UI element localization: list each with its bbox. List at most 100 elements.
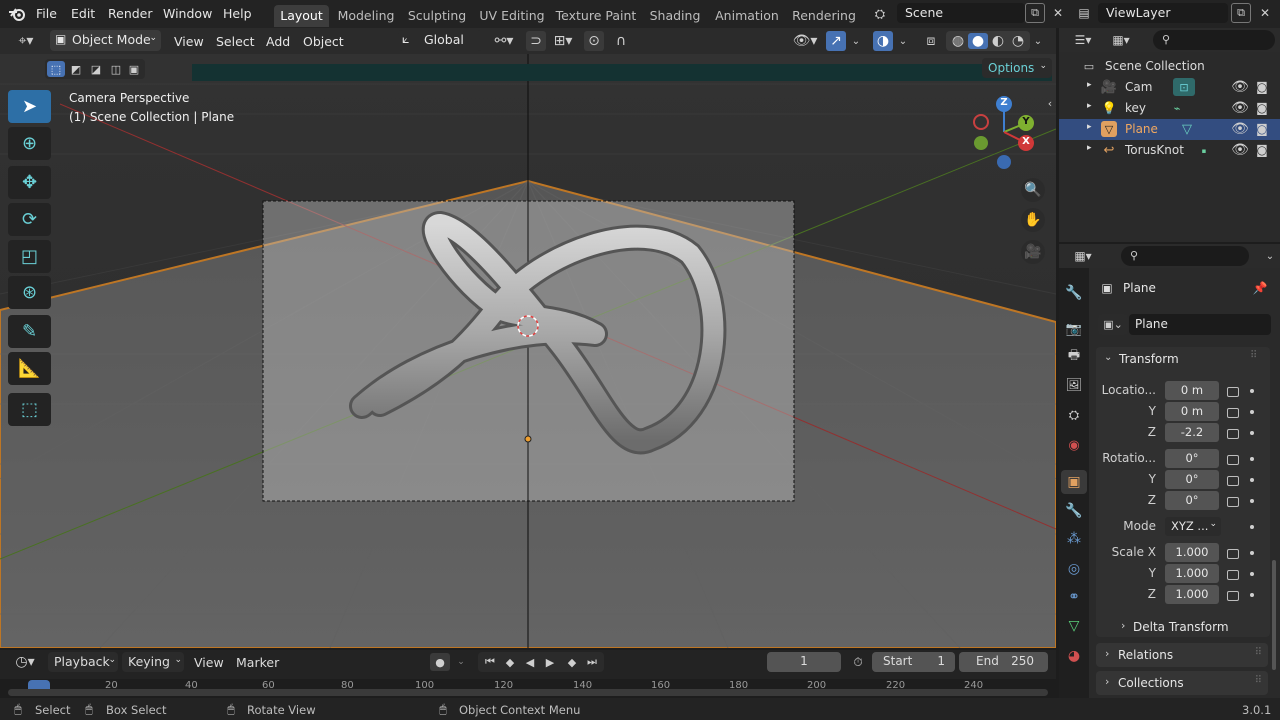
stopwatch-icon[interactable]: ⏱ <box>849 653 867 671</box>
frame-ruler[interactable]: 20 40 60 80 100 120 140 160 180 200 220 … <box>0 679 1056 698</box>
object-browse-button[interactable]: ▣⌄ <box>1098 314 1128 335</box>
gizmo-chevron-icon[interactable]: ⌄ <box>848 31 864 51</box>
tab-layout[interactable]: Layout <box>274 5 329 27</box>
outliner-item-key[interactable]: ▸ 💡 key ⌁ 👁 ◙ <box>1059 98 1280 119</box>
select-new-icon[interactable]: ⬚ <box>47 61 65 77</box>
tool-transform[interactable]: ⊛ <box>8 276 51 309</box>
properties-scrollbar[interactable] <box>1272 560 1276 670</box>
render-settings-icon[interactable]: 📷 <box>1063 318 1085 340</box>
location-x-field[interactable]: 0 m <box>1165 381 1219 400</box>
record-icon[interactable]: ● <box>430 653 450 671</box>
select-invert-icon[interactable]: ◫ <box>107 61 125 77</box>
constraints-icon[interactable]: ⚭ <box>1063 586 1085 608</box>
gizmo-toggle-icon[interactable]: ↗ <box>826 31 846 51</box>
snap-target-icon[interactable]: ⊞▾ <box>548 31 578 51</box>
lock-icon[interactable] <box>1227 455 1239 465</box>
chevron-down-icon[interactable]: ⌄ <box>1263 248 1277 264</box>
tab-texture-paint[interactable]: Texture Paint <box>555 5 637 27</box>
scene-selector-icon[interactable]: ⛭ <box>867 4 893 24</box>
new-scene-icon[interactable]: ⧉ <box>1025 3 1045 23</box>
pan-hand-icon[interactable]: ✋ <box>1021 208 1045 232</box>
rotation-z-field[interactable]: 0° <box>1165 491 1219 510</box>
lock-icon[interactable] <box>1227 591 1239 601</box>
menu-select[interactable]: Select <box>216 32 255 52</box>
properties-search[interactable]: ⚲ <box>1121 246 1249 266</box>
zoom-icon[interactable]: 🔍 <box>1021 178 1045 202</box>
menu-window[interactable]: Window <box>163 6 212 21</box>
rendered-shading-icon[interactable]: ◔ <box>1008 33 1028 49</box>
drag-handle-icon[interactable]: ⠿ <box>1250 350 1257 361</box>
rotation-x-field[interactable]: 0° <box>1165 449 1219 468</box>
record-options-icon[interactable]: ⌄ <box>452 653 470 671</box>
render-camera-icon[interactable]: ◙ <box>1254 100 1270 116</box>
eye-icon[interactable]: 👁 <box>1231 79 1249 95</box>
visibility-icon[interactable]: 👁▾ <box>789 31 821 51</box>
lock-icon[interactable] <box>1227 570 1239 580</box>
scale-x-field[interactable]: 1.000 <box>1165 543 1219 562</box>
collections-panel[interactable]: › Collections ⠿ <box>1096 671 1268 695</box>
gizmo-x-axis[interactable]: X <box>1018 135 1034 151</box>
gizmo-y-axis[interactable]: Y <box>1018 115 1034 131</box>
menu-edit[interactable]: Edit <box>71 6 95 21</box>
modifier-wrench-icon[interactable]: 🔧 <box>1063 500 1085 522</box>
pin-icon[interactable]: 📌 <box>1252 279 1268 297</box>
timeline-marker-menu[interactable]: Marker <box>236 655 279 670</box>
keying-menu[interactable]: Keying ⌄ <box>122 652 184 672</box>
object-properties-icon[interactable]: ▣ <box>1061 470 1087 494</box>
keyframe-dot-icon[interactable] <box>1250 478 1254 482</box>
menu-help[interactable]: Help <box>223 6 252 21</box>
pivot-point-icon[interactable]: ⚯▾ <box>488 31 520 51</box>
xray-icon[interactable]: ⧈ <box>920 31 942 51</box>
outliner-item-plane[interactable]: ▸ ▽ Plane ▽ 👁 ◙ <box>1059 119 1280 140</box>
lock-icon[interactable] <box>1227 497 1239 507</box>
timeline-view-menu[interactable]: View <box>194 655 224 670</box>
play-icon[interactable]: ▶ <box>540 653 560 671</box>
menu-view[interactable]: View <box>174 32 204 52</box>
shading-chevron-icon[interactable]: ⌄ <box>1030 31 1046 51</box>
view-layer-settings-icon[interactable]: 🖼 <box>1063 374 1085 396</box>
output-settings-icon[interactable]: 🖶 <box>1063 346 1085 368</box>
tab-animation[interactable]: Animation <box>713 5 781 27</box>
falloff-icon[interactable]: ∩ <box>606 31 636 51</box>
new-view-layer-icon[interactable]: ⧉ <box>1231 3 1251 23</box>
view-layer-field[interactable]: ViewLayer <box>1098 3 1228 23</box>
timeline-editor-type-icon[interactable]: ◷▾ <box>10 653 40 671</box>
scene-settings-icon[interactable]: ⛭ <box>1063 404 1085 426</box>
keyframe-dot-icon[interactable] <box>1250 551 1254 555</box>
playback-menu[interactable]: Playback ⌄ <box>48 652 118 672</box>
snap-icon[interactable]: ⊃ <box>526 31 546 51</box>
keyframe-dot-icon[interactable] <box>1250 457 1254 461</box>
render-camera-icon[interactable]: ◙ <box>1254 142 1270 158</box>
mode-dropdown[interactable]: Object Mode ▣ ⌄ <box>50 30 161 51</box>
eye-icon[interactable]: 👁 <box>1231 142 1249 158</box>
tool-scale[interactable]: ◰ <box>8 240 51 273</box>
jump-end-icon[interactable]: ⏭ <box>582 653 602 671</box>
blender-logo-icon[interactable] <box>8 5 26 23</box>
scale-y-field[interactable]: 1.000 <box>1165 564 1219 583</box>
menu-render[interactable]: Render <box>108 6 153 21</box>
rotation-y-field[interactable]: 0° <box>1165 470 1219 489</box>
display-mode-icon[interactable]: ▦▾ <box>1107 32 1135 48</box>
tab-rendering[interactable]: Rendering <box>789 5 859 27</box>
wireframe-shading-icon[interactable]: ◍ <box>948 33 968 49</box>
material-icon[interactable]: ◕ <box>1063 645 1085 667</box>
overlays-icon[interactable]: ◑ <box>873 31 893 51</box>
lock-icon[interactable] <box>1227 549 1239 559</box>
keyframe-dot-icon[interactable] <box>1250 410 1254 414</box>
rotation-mode-dropdown[interactable]: XYZ ... ⌄ <box>1165 517 1221 536</box>
menu-file[interactable]: File <box>36 6 57 21</box>
lock-icon[interactable] <box>1227 476 1239 486</box>
tool-measure[interactable]: 📐 <box>8 352 51 385</box>
tab-sculpting[interactable]: Sculpting <box>405 5 469 27</box>
proportional-edit-icon[interactable]: ⊙ <box>584 31 604 51</box>
tool-add-cube[interactable]: ⬚ <box>8 393 51 426</box>
3d-viewport[interactable]: ⬚ ◩ ◪ ◫ ▣ Options ⌄ ➤ ⊕ ✥ ⟳ ◰ ⊛ ✎ 📐 ⬚ Ca… <box>0 54 1056 648</box>
tab-uv-editing[interactable]: UV Editing <box>477 5 547 27</box>
tool-rotate[interactable]: ⟳ <box>8 203 51 236</box>
jump-start-icon[interactable]: ⏮ <box>480 653 500 671</box>
physics-icon[interactable]: ◎ <box>1063 558 1085 580</box>
prev-keyframe-icon[interactable]: ◆ <box>500 653 520 671</box>
select-intersect-icon[interactable]: ▣ <box>125 61 143 77</box>
tab-modeling[interactable]: Modeling <box>335 5 397 27</box>
lock-icon[interactable] <box>1227 387 1239 397</box>
